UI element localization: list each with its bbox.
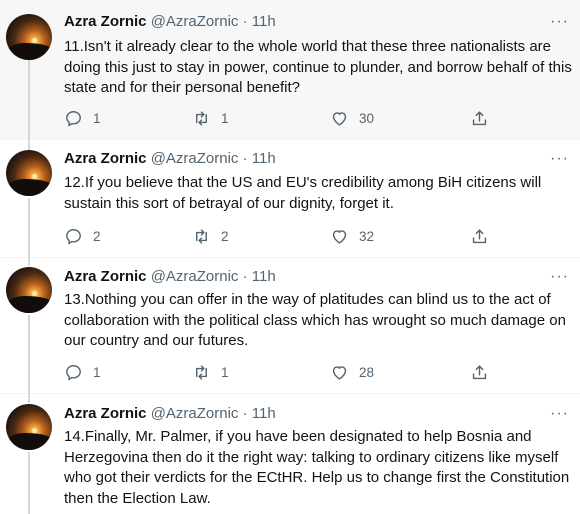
tweet-header: Azra Zornic @AzraZornic · 11h <box>64 149 540 169</box>
share-button[interactable] <box>470 226 489 246</box>
like-count: 30 <box>359 110 375 126</box>
share-button[interactable] <box>470 108 489 128</box>
separator: · <box>242 13 248 30</box>
reply-button[interactable]: 2 <box>64 226 101 246</box>
heart-icon <box>332 365 347 380</box>
author-name[interactable]: Azra Zornic <box>64 405 147 422</box>
tweet-text: 11.Isn't it already clear to the whole w… <box>64 38 572 96</box>
timestamp[interactable]: 11h <box>252 268 276 285</box>
retweet-count: 1 <box>221 110 229 126</box>
more-icon[interactable]: ··· <box>550 269 568 287</box>
more-icon[interactable]: ··· <box>550 406 568 424</box>
tweet[interactable]: Azra Zornic @AzraZornic · 11h ··· 13.Not… <box>0 258 580 394</box>
tweet-actions: 1 1 28 <box>64 362 514 382</box>
retweet-button[interactable]: 2 <box>192 226 229 246</box>
reply-icon <box>66 228 81 245</box>
author-handle[interactable]: @AzraZornic <box>151 13 239 30</box>
reply-button[interactable]: 1 <box>64 108 101 128</box>
tweet-text: 13.Nothing you can offer in the way of p… <box>64 291 566 349</box>
tweet-actions: 1 1 30 <box>64 108 514 128</box>
thread-line <box>28 394 30 403</box>
tweet[interactable]: Azra Zornic @AzraZornic · 11h ··· 11.Isn… <box>0 0 580 140</box>
timestamp[interactable]: 11h <box>252 13 276 30</box>
thread-line <box>28 258 30 266</box>
author-name[interactable]: Azra Zornic <box>64 150 147 167</box>
retweet-icon <box>196 228 207 244</box>
tweet-actions: 2 2 32 <box>64 226 514 246</box>
separator: · <box>242 405 248 422</box>
author-name[interactable]: Azra Zornic <box>64 268 147 285</box>
thread-line <box>28 315 30 394</box>
reply-count: 2 <box>93 228 101 244</box>
retweet-count: 2 <box>221 228 229 244</box>
thread-line <box>28 140 30 150</box>
timestamp[interactable]: 11h <box>252 405 276 422</box>
tweet[interactable]: Azra Zornic @AzraZornic · 11h ··· 14.Fin… <box>0 394 580 514</box>
share-icon <box>472 228 487 243</box>
tweet-text: 14.Finally, Mr. Palmer, if you have been… <box>64 428 570 507</box>
timestamp[interactable]: 11h <box>252 150 276 167</box>
author-handle[interactable]: @AzraZornic <box>151 405 239 422</box>
avatar[interactable] <box>6 150 52 196</box>
share-button[interactable] <box>470 362 489 382</box>
heart-icon <box>332 111 347 126</box>
thread-line <box>28 198 30 258</box>
thread-line <box>28 60 30 140</box>
avatar[interactable] <box>6 404 52 450</box>
like-count: 28 <box>359 364 375 380</box>
retweet-count: 1 <box>221 364 229 380</box>
retweet-button[interactable]: 1 <box>192 362 229 382</box>
reply-count: 1 <box>93 364 101 380</box>
tweet-text: 12.If you believe that the US and EU's c… <box>64 174 542 212</box>
like-button[interactable]: 32 <box>330 226 374 246</box>
author-name[interactable]: Azra Zornic <box>64 13 147 30</box>
heart-icon <box>332 229 347 244</box>
author-handle[interactable]: @AzraZornic <box>151 268 239 285</box>
separator: · <box>242 268 248 285</box>
like-count: 32 <box>359 228 375 244</box>
more-icon[interactable]: ··· <box>550 151 568 169</box>
author-handle[interactable]: @AzraZornic <box>151 150 239 167</box>
tweet[interactable]: Azra Zornic @AzraZornic · 11h ··· 12.If … <box>0 140 580 258</box>
like-button[interactable]: 28 <box>330 362 374 382</box>
share-icon <box>472 110 487 125</box>
more-icon[interactable]: ··· <box>550 14 568 32</box>
avatar[interactable] <box>6 267 52 313</box>
reply-button[interactable]: 1 <box>64 362 101 382</box>
tweet-header: Azra Zornic @AzraZornic · 11h <box>64 12 540 32</box>
reply-count: 1 <box>93 110 101 126</box>
thread-line <box>28 452 30 514</box>
reply-icon <box>66 110 81 127</box>
share-icon <box>472 364 487 379</box>
tweet-header: Azra Zornic @AzraZornic · 11h <box>64 404 540 424</box>
retweet-icon <box>196 364 207 380</box>
reply-icon <box>66 364 81 381</box>
retweet-button[interactable]: 1 <box>192 108 229 128</box>
retweet-icon <box>196 110 207 126</box>
tweet-header: Azra Zornic @AzraZornic · 11h <box>64 267 540 287</box>
like-button[interactable]: 30 <box>330 108 374 128</box>
avatar[interactable] <box>6 14 52 60</box>
separator: · <box>242 150 248 167</box>
